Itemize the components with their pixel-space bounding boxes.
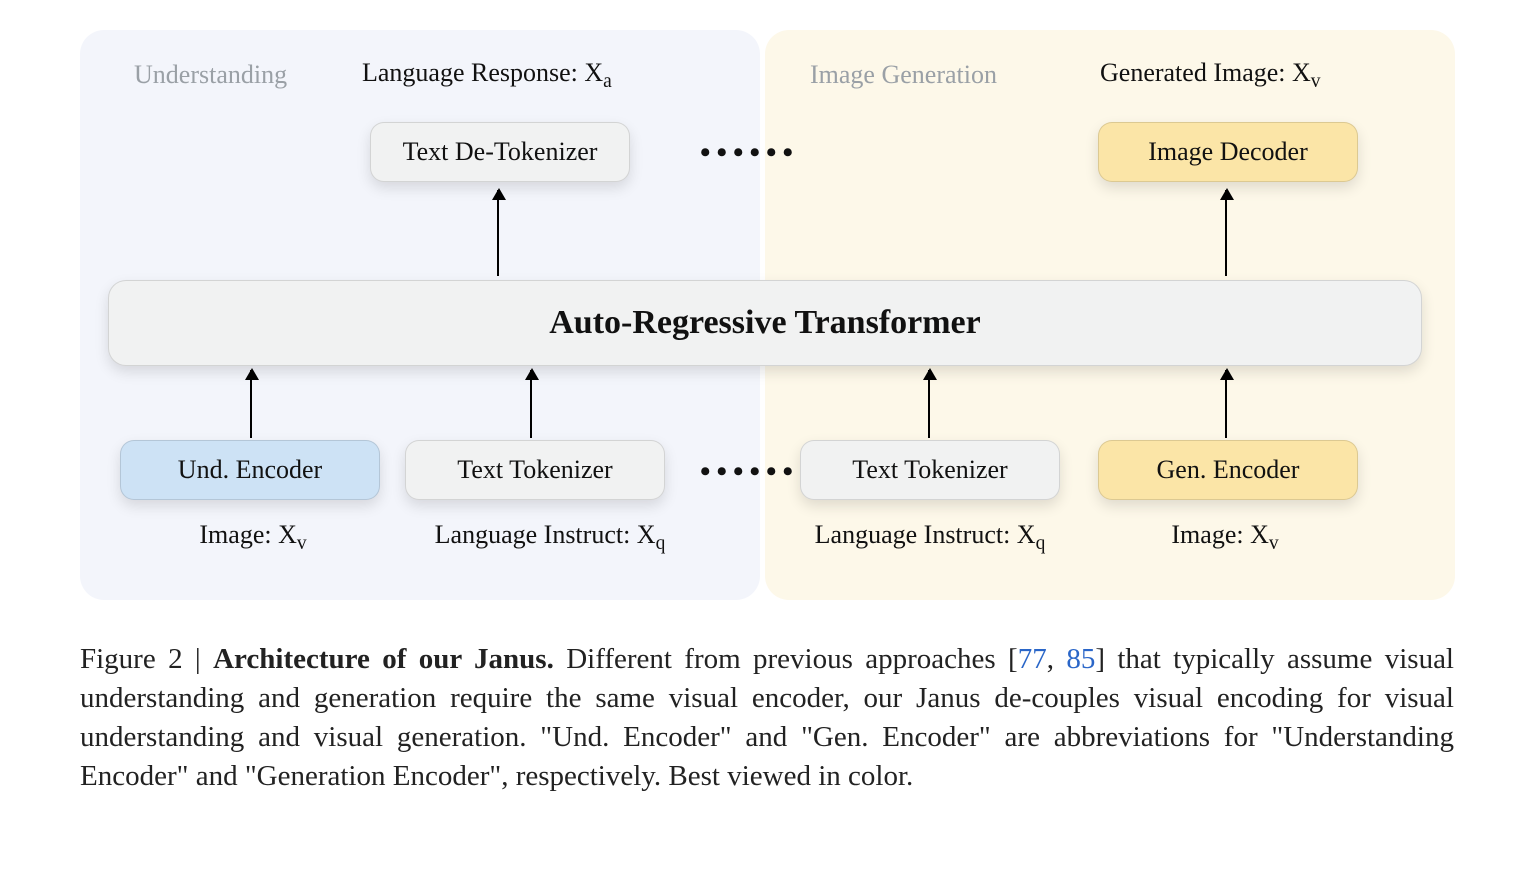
generation-encoder-block: Gen. Encoder (1098, 440, 1358, 500)
language-response-sub: a (603, 71, 612, 92)
caption-body-1: Different from previous approaches [ (554, 643, 1018, 675)
input-image-right-label: Image: Xv (1150, 520, 1300, 555)
dots-bottom: •••••• (700, 455, 799, 489)
input-image-right-sub: v (1269, 533, 1279, 554)
architecture-diagram: Understanding Image Generation Language … (80, 30, 1454, 600)
understanding-encoder-block: Und. Encoder (120, 440, 380, 500)
input-image-left-text: Image: X (199, 520, 296, 549)
arrow-text-tokenizer-right-to-transformer (928, 370, 930, 438)
arrow-text-tokenizer-left-to-transformer (530, 370, 532, 438)
language-response-text: Language Response: X (362, 58, 603, 87)
caption-title: Architecture of our Janus. (213, 643, 554, 675)
arrow-transformer-to-detokenizer (497, 190, 499, 276)
transformer-block: Auto-Regressive Transformer (108, 280, 1422, 366)
image-decoder-block: Image Decoder (1098, 122, 1358, 182)
generated-image-text: Generated Image: X (1100, 58, 1311, 87)
dots-top: •••••• (700, 136, 799, 170)
input-lang-right-label: Language Instruct: Xq (780, 520, 1080, 555)
input-lang-right-text: Language Instruct: X (815, 520, 1036, 549)
citation-85[interactable]: 85 (1066, 643, 1095, 675)
input-lang-right-sub: q (1036, 533, 1046, 554)
generated-image-label: Generated Image: Xv (1100, 58, 1321, 93)
input-lang-left-sub: q (656, 533, 666, 554)
generation-title: Image Generation (810, 60, 997, 90)
text-detokenizer-block: Text De-Tokenizer (370, 122, 630, 182)
figure-caption: Figure 2 | Architecture of our Janus. Di… (80, 640, 1454, 797)
text-tokenizer-left-block: Text Tokenizer (405, 440, 665, 500)
input-image-left-sub: v (297, 533, 307, 554)
input-image-left-label: Image: Xv (178, 520, 328, 555)
understanding-title: Understanding (134, 60, 287, 90)
figure-number: Figure 2 | (80, 643, 213, 675)
arrow-und-encoder-to-transformer (250, 370, 252, 438)
input-lang-left-label: Language Instruct: Xq (400, 520, 700, 555)
arrow-gen-encoder-to-transformer (1225, 370, 1227, 438)
language-response-label: Language Response: Xa (362, 58, 612, 93)
input-image-right-text: Image: X (1171, 520, 1268, 549)
citation-sep: , (1047, 643, 1067, 675)
citation-77[interactable]: 77 (1018, 643, 1047, 675)
generated-image-sub: v (1311, 71, 1321, 92)
input-lang-left-text: Language Instruct: X (435, 520, 656, 549)
arrow-transformer-to-decoder (1225, 190, 1227, 276)
text-tokenizer-right-block: Text Tokenizer (800, 440, 1060, 500)
